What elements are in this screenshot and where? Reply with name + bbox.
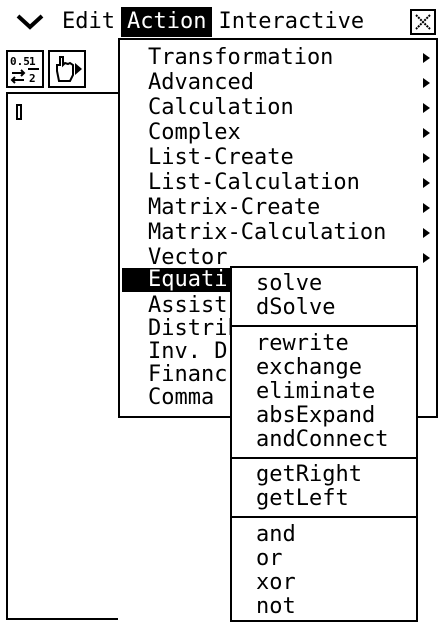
submenu-arrow-icon xyxy=(423,178,430,188)
submenu-arrow-icon xyxy=(423,53,430,63)
menu-item-label: Matrix-Calculation xyxy=(148,220,387,245)
menu-item-label: List-Calculation xyxy=(148,170,360,195)
submenu-item-solve[interactable]: solve xyxy=(232,272,416,296)
menu-item-label: Advanced xyxy=(148,70,254,95)
menu-item-label: Comma xyxy=(148,385,215,410)
hand-pointer-icon xyxy=(56,56,82,82)
submenu-item-eliminate[interactable]: eliminate xyxy=(232,380,416,404)
menu-item-label: Complex xyxy=(148,120,241,145)
submenu-arrow-icon xyxy=(423,78,430,88)
submenu-item-rewrite[interactable]: rewrite xyxy=(232,332,416,356)
fraction-decimal-toggle-button[interactable]: 0.5 1 2 xyxy=(6,50,44,88)
submenu-item-dsolve[interactable]: dSolve xyxy=(232,296,416,320)
menu-item-transformation[interactable]: Transformation xyxy=(120,46,436,70)
menu-item-label: Transformation xyxy=(148,45,334,70)
submenu-arrow-icon xyxy=(423,128,430,138)
menu-item-label: Matrix-Create xyxy=(148,195,321,220)
menu-item-label: Equati xyxy=(148,267,228,292)
toolbar: 0.5 1 2 xyxy=(6,50,86,90)
menu-item-label: Assist xyxy=(148,293,228,318)
submenu-arrow-icon xyxy=(423,103,430,113)
submenu-divider xyxy=(232,325,416,327)
menu-item-label: Calculation xyxy=(148,95,294,120)
submenu-item-and[interactable]: and xyxy=(232,523,416,547)
menu-bar: Edit Action Interactive xyxy=(4,6,436,38)
submenu-item-or[interactable]: or xyxy=(232,547,416,571)
menu-dropdown-button[interactable] xyxy=(4,7,56,37)
chevron-down-icon xyxy=(16,14,44,30)
submenu-item-absexpand[interactable]: absExpand xyxy=(232,404,416,428)
submenu-divider xyxy=(232,457,416,459)
work-area[interactable] xyxy=(6,92,118,620)
submenu-arrow-icon xyxy=(423,153,430,163)
menu-action[interactable]: Action xyxy=(120,7,213,37)
menu-item-calculation[interactable]: Calculation xyxy=(120,96,436,120)
menu-edit[interactable]: Edit xyxy=(56,7,121,37)
menu-item-complex[interactable]: Complex xyxy=(120,121,436,145)
menu-item-matrix-create[interactable]: Matrix-Create xyxy=(120,196,436,220)
submenu-item-exchange[interactable]: exchange xyxy=(232,356,416,380)
submenu-arrow-icon xyxy=(423,228,430,238)
submenu-item-not[interactable]: not xyxy=(232,595,416,619)
menu-interactive[interactable]: Interactive xyxy=(212,7,370,37)
menu-item-list-create[interactable]: List-Create xyxy=(120,146,436,170)
submenu-divider xyxy=(232,516,416,518)
submenu-arrow-icon xyxy=(423,203,430,213)
submenu-item-andconnect[interactable]: andConnect xyxy=(232,428,416,452)
menu-item-advanced[interactable]: Advanced xyxy=(120,71,436,95)
submenu-item-getleft[interactable]: getLeft xyxy=(232,487,416,511)
menu-item-list-calculation[interactable]: List-Calculation xyxy=(120,171,436,195)
menu-item-label: Financ xyxy=(148,362,228,387)
svg-text:0.5: 0.5 xyxy=(10,55,30,68)
hand-pointer-button[interactable] xyxy=(48,50,86,88)
close-icon xyxy=(415,14,431,30)
text-cursor xyxy=(16,104,22,120)
svg-text:2: 2 xyxy=(29,72,36,85)
menu-item-equation[interactable]: Equati xyxy=(122,268,232,292)
submenu-item-getright[interactable]: getRight xyxy=(232,463,416,487)
submenu-item-xor[interactable]: xor xyxy=(232,571,416,595)
close-button[interactable] xyxy=(410,9,436,35)
equation-submenu: solve dSolve rewrite exchange eliminate … xyxy=(230,266,418,622)
menu-item-label: List-Create xyxy=(148,145,294,170)
svg-text:1: 1 xyxy=(29,55,36,68)
menu-item-label: Distrib xyxy=(148,316,241,341)
fraction-decimal-toggle-icon: 0.5 1 2 xyxy=(10,55,39,85)
calculator-screen: Edit Action Interactive 0.5 1 2 Transfor… xyxy=(0,0,440,629)
menu-item-matrix-calculation[interactable]: Matrix-Calculation xyxy=(120,221,436,245)
menu-item-label: Inv. D xyxy=(148,339,228,364)
submenu-arrow-icon xyxy=(423,253,430,263)
